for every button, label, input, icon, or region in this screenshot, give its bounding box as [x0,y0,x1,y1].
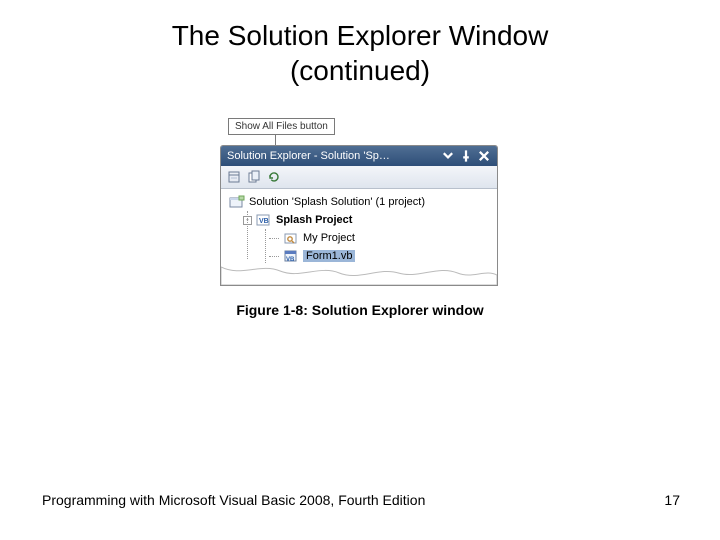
close-icon[interactable] [477,149,491,163]
show-all-files-button[interactable] [245,168,263,186]
solution-explorer-window: Solution Explorer - Solution 'Sp… [220,145,498,286]
pin-icon[interactable] [459,149,473,163]
solution-label: Solution 'Splash Solution' (1 project) [249,196,425,208]
my-project-icon [283,231,299,245]
window-position-icon[interactable] [441,149,455,163]
footer-text: Programming with Microsoft Visual Basic … [42,492,425,508]
solution-icon [229,195,245,209]
tree-node-solution[interactable]: Solution 'Splash Solution' (1 project) [225,193,493,211]
tree-node-project[interactable]: - VB Splash Project [225,211,493,229]
project-label: Splash Project [276,214,352,226]
vb-form-icon: VB [283,249,299,263]
svg-text:VB: VB [259,218,269,225]
figure-caption: Figure 1-8: Solution Explorer window [220,302,500,318]
solution-tree: Solution 'Splash Solution' (1 project) -… [221,189,497,265]
refresh-button[interactable] [265,168,283,186]
title-line1: The Solution Explorer Window [172,20,549,51]
vb-project-icon: VB [256,213,272,227]
title-line2: (continued) [290,55,430,86]
figure-area: Show All Files button Solution Explorer … [220,116,500,318]
torn-edge [221,263,497,285]
callout-show-all-files: Show All Files button [228,118,335,135]
panel-title: Solution Explorer - Solution 'Sp… [227,150,437,162]
myproject-label: My Project [303,232,355,244]
form-label: Form1.vb [303,250,355,262]
callout-leader-line [275,135,500,145]
page-number: 17 [664,492,680,508]
solution-explorer-titlebar[interactable]: Solution Explorer - Solution 'Sp… [221,146,497,166]
properties-button[interactable] [225,168,243,186]
slide-title: The Solution Explorer Window (continued) [0,0,720,88]
solution-explorer-toolbar [221,166,497,189]
